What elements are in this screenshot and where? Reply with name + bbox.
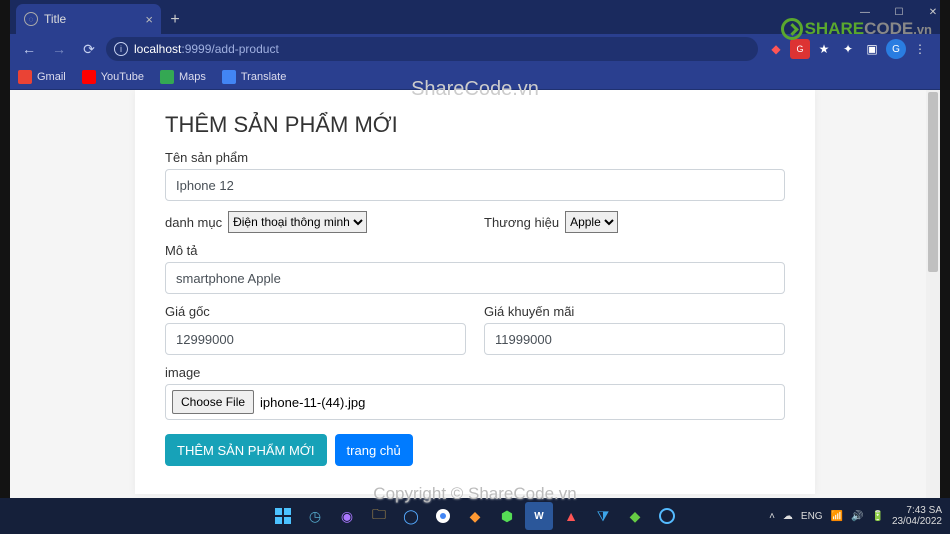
- choose-file-button[interactable]: Choose File: [172, 390, 254, 414]
- promo-price-input[interactable]: [484, 323, 785, 355]
- reload-button[interactable]: ⟳: [76, 36, 102, 62]
- bookmark-youtube[interactable]: YouTube: [82, 70, 144, 84]
- tb-app-2[interactable]: ◉: [333, 502, 361, 530]
- tb-chrome[interactable]: [429, 502, 457, 530]
- bookmark-translate[interactable]: Translate: [222, 70, 286, 84]
- tb-app-3[interactable]: ◆: [461, 502, 489, 530]
- ext-icon-2[interactable]: G: [790, 39, 810, 59]
- name-label: Tên sản phẩm: [165, 150, 785, 165]
- brand-select[interactable]: Apple: [565, 211, 618, 233]
- tb-app-6[interactable]: ◆: [621, 502, 649, 530]
- ext-icon-1[interactable]: ◆: [766, 39, 786, 59]
- extensions-icon[interactable]: ✦: [838, 39, 858, 59]
- taskbar-center: ◷ ◉ 🗀 ◯ ◆ ⬢ W ▲ ⧩ ◆: [269, 502, 681, 530]
- tb-app-4[interactable]: ⬢: [493, 502, 521, 530]
- logo-icon: [781, 18, 803, 40]
- image-label: image: [165, 365, 785, 380]
- back-button[interactable]: ←: [16, 36, 42, 62]
- tb-app-5[interactable]: ▲: [557, 502, 585, 530]
- forward-button[interactable]: →: [46, 36, 72, 62]
- tray-lang[interactable]: ENG: [801, 511, 823, 522]
- system-tray: ˄ ☁ ENG 📶 🔊 🔋 7:43 SA 23/04/2022: [769, 505, 942, 527]
- category-select[interactable]: Điện thoại thông minh: [228, 211, 367, 233]
- home-button[interactable]: trang chủ: [335, 434, 413, 466]
- page-title: THÊM SẢN PHẨM MỚI: [165, 112, 785, 138]
- orig-price-label: Giá gốc: [165, 304, 466, 319]
- tb-app-7[interactable]: [653, 502, 681, 530]
- profile-icon[interactable]: G: [886, 39, 906, 59]
- scrollbar-thumb[interactable]: [928, 92, 938, 272]
- tab-title: Title: [44, 12, 66, 26]
- promo-price-label: Giá khuyến mãi: [484, 304, 785, 319]
- desc-input[interactable]: [165, 262, 785, 294]
- maps-icon: [160, 70, 174, 84]
- tb-word[interactable]: W: [525, 502, 553, 530]
- desc-label: Mô tả: [165, 243, 785, 258]
- gmail-icon: [18, 70, 32, 84]
- orig-price-input[interactable]: [165, 323, 466, 355]
- browser-window: ◌ Title × + ← → ⟳ i localhost:9999/add-p…: [10, 0, 940, 498]
- tray-datetime[interactable]: 7:43 SA 23/04/2022: [892, 505, 942, 527]
- url-path: :9999/add-product: [181, 42, 278, 56]
- extensions: ◆ G ★ ✦ ▣ G ⋮: [762, 39, 934, 59]
- youtube-icon: [82, 70, 96, 84]
- tray-cloud-icon[interactable]: ☁: [783, 511, 793, 522]
- tray-chevron-icon[interactable]: ˄: [769, 511, 775, 522]
- menu-icon[interactable]: ⋮: [910, 39, 930, 59]
- bookmarks-bar: Gmail YouTube Maps Translate: [10, 64, 940, 90]
- tb-app-1[interactable]: ◷: [301, 502, 329, 530]
- file-input[interactable]: Choose File iphone-11-(44).jpg: [165, 384, 785, 420]
- translate-icon: [222, 70, 236, 84]
- start-icon[interactable]: [269, 502, 297, 530]
- bookmark-gmail[interactable]: Gmail: [18, 70, 66, 84]
- url-bar[interactable]: i localhost:9999/add-product: [106, 37, 758, 61]
- brand-label: Thương hiệu: [484, 215, 559, 230]
- ext-icon-4[interactable]: ▣: [862, 39, 882, 59]
- taskbar: ◷ ◉ 🗀 ◯ ◆ ⬢ W ▲ ⧩ ◆ ˄ ☁ ENG 📶 🔊 🔋 7:43 S…: [0, 498, 950, 534]
- tb-vscode[interactable]: ⧩: [589, 502, 617, 530]
- file-name: iphone-11-(44).jpg: [260, 395, 365, 410]
- category-label: danh mục: [165, 215, 222, 230]
- scrollbar[interactable]: [926, 90, 940, 498]
- tray-battery-icon[interactable]: 🔋: [871, 511, 883, 522]
- close-tab-icon[interactable]: ×: [145, 12, 153, 27]
- page-viewport: THÊM SẢN PHẨM MỚI Tên sản phẩm danh mục …: [10, 90, 940, 498]
- tb-explorer[interactable]: 🗀: [365, 502, 393, 530]
- browser-tab[interactable]: ◌ Title ×: [16, 4, 161, 34]
- tb-cortana[interactable]: ◯: [397, 502, 425, 530]
- new-tab-button[interactable]: +: [161, 6, 189, 34]
- form-card: THÊM SẢN PHẨM MỚI Tên sản phẩm danh mục …: [135, 90, 815, 494]
- site-info-icon[interactable]: i: [114, 42, 128, 56]
- sharecode-logo: SHARECODE.vn: [781, 18, 932, 40]
- submit-button[interactable]: THÊM SẢN PHẨM MỚI: [165, 434, 327, 466]
- url-host: localhost: [134, 42, 181, 56]
- bookmark-maps[interactable]: Maps: [160, 70, 206, 84]
- tray-wifi-icon[interactable]: 📶: [831, 511, 843, 522]
- name-input[interactable]: [165, 169, 785, 201]
- ext-icon-3[interactable]: ★: [814, 39, 834, 59]
- globe-icon: ◌: [24, 12, 38, 26]
- tray-volume-icon[interactable]: 🔊: [851, 511, 863, 522]
